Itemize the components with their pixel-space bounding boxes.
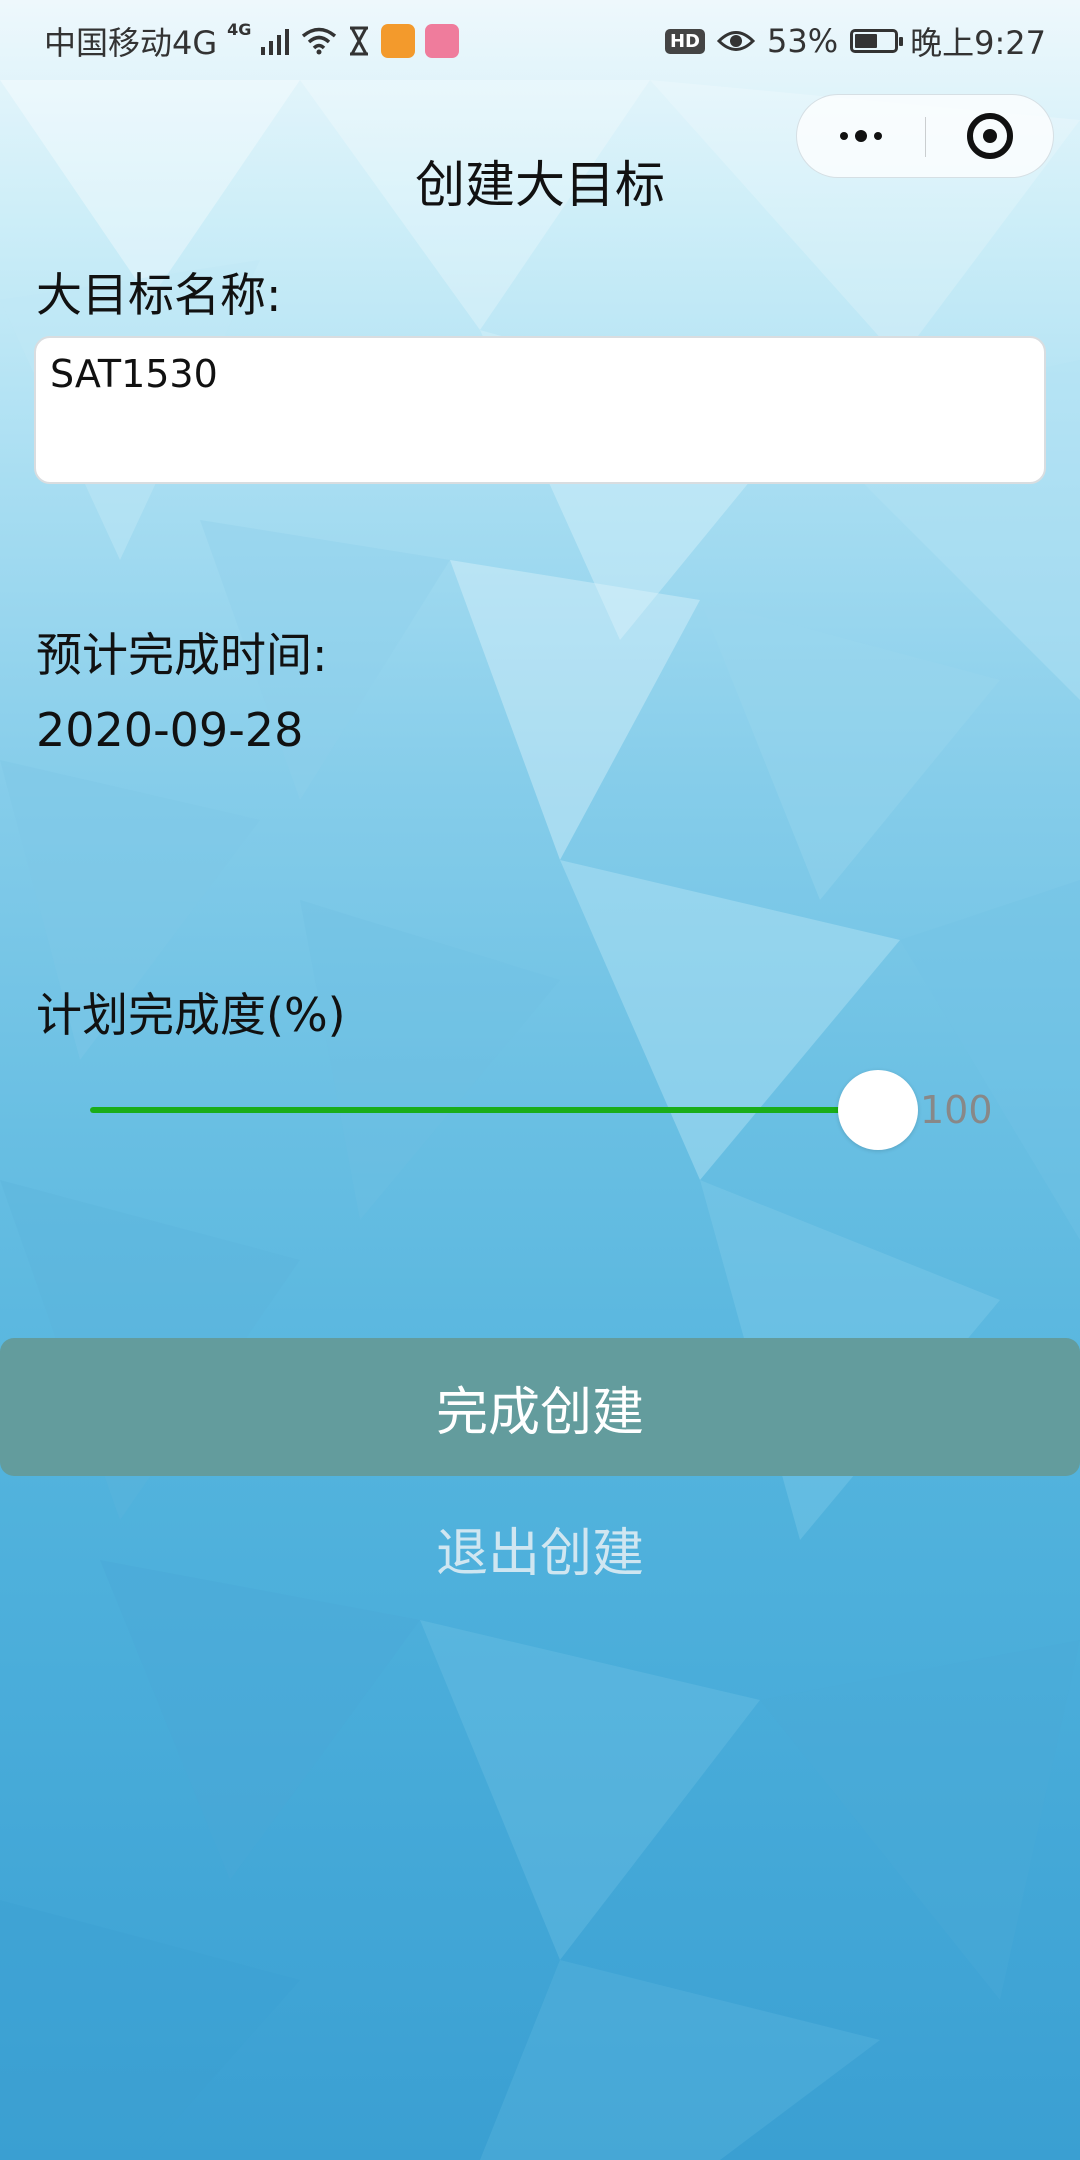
battery-icon	[850, 29, 904, 53]
hd-badge: HD	[664, 28, 705, 54]
uc-browser-app-icon	[381, 24, 416, 58]
eye-icon	[717, 31, 755, 51]
slider-value: 100	[920, 1088, 993, 1132]
goal-name-input[interactable]: SAT1530	[34, 336, 1046, 484]
carrier-label: 中国移动4G	[44, 24, 218, 62]
slider-handle[interactable]	[838, 1070, 918, 1150]
clock: 晚上9:27	[910, 24, 1046, 62]
app-screen: 中国移动4G 4G HD 53% 晚上9:27 创建大目标 大目标名称: SAT…	[0, 0, 1080, 2160]
more-dots-icon[interactable]	[797, 95, 925, 177]
due-date-picker[interactable]: 2020-09-28	[36, 700, 303, 760]
target-close-icon[interactable]	[926, 95, 1054, 177]
status-bar-right: HD 53% 晚上9:27	[664, 18, 1046, 64]
app-notification-icon	[425, 24, 460, 58]
network-type-label: 4G	[227, 19, 252, 39]
goal-name-label: 大目标名称:	[36, 268, 282, 322]
slider-fill	[90, 1107, 878, 1113]
status-bar: 中国移动4G 4G HD 53% 晚上9:27	[0, 0, 1080, 76]
hourglass-icon	[350, 26, 369, 56]
miniprogram-capsule	[796, 94, 1054, 178]
finish-create-button[interactable]: 完成创建	[0, 1338, 1080, 1476]
exit-create-button[interactable]: 退出创建	[0, 1488, 1080, 1608]
slider-track[interactable]	[90, 1107, 878, 1113]
progress-label: 计划完成度(%)	[36, 988, 346, 1042]
status-bar-left: 中国移动4G 4G	[44, 18, 460, 64]
battery-percent: 53%	[767, 22, 839, 60]
signal-bars-icon	[261, 29, 290, 55]
wifi-icon	[302, 27, 337, 55]
progress-slider[interactable]: 100	[90, 1070, 993, 1150]
due-date-label: 预计完成时间:	[36, 628, 328, 682]
